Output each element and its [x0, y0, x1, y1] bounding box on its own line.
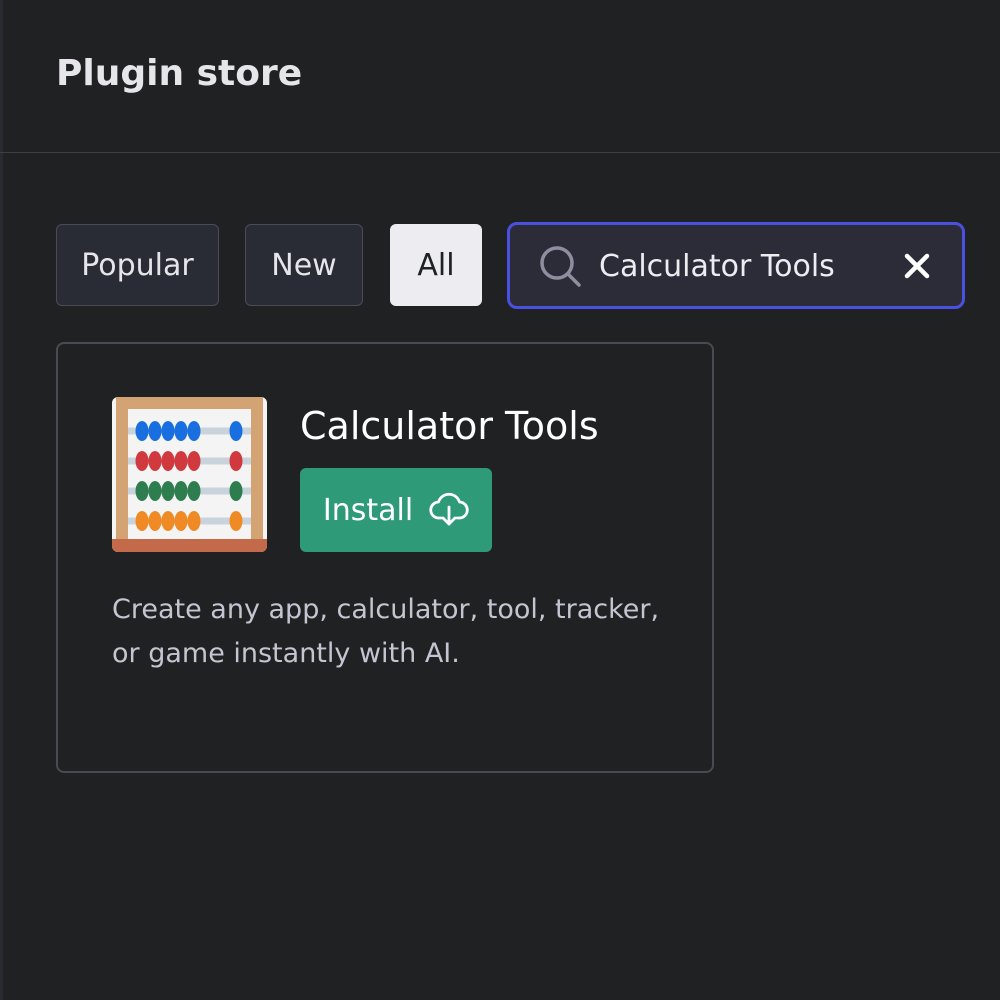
filter-popular-button[interactable]: Popular — [56, 224, 219, 306]
abacus-logo — [112, 397, 267, 552]
plugin-store-header: Plugin store — [0, 0, 1000, 153]
search-box[interactable] — [507, 222, 965, 309]
plugin-name: Calculator Tools — [300, 404, 599, 448]
search-icon — [540, 246, 581, 287]
filter-new-button[interactable]: New — [245, 224, 363, 306]
filter-all-button[interactable]: All — [390, 224, 482, 306]
close-icon[interactable] — [903, 252, 931, 280]
page-title: Plugin store — [56, 53, 303, 94]
plugin-store-window: Plugin store Popular New All Calculator … — [0, 0, 1000, 1000]
install-button[interactable]: Install — [300, 468, 492, 552]
search-input[interactable] — [599, 237, 899, 295]
plugin-card: Calculator Tools Install Create any app,… — [56, 342, 714, 773]
install-button-label: Install — [322, 492, 414, 528]
cloud-download-icon — [429, 492, 469, 526]
plugin-description: Create any app, calculator, tool, tracke… — [112, 594, 660, 669]
